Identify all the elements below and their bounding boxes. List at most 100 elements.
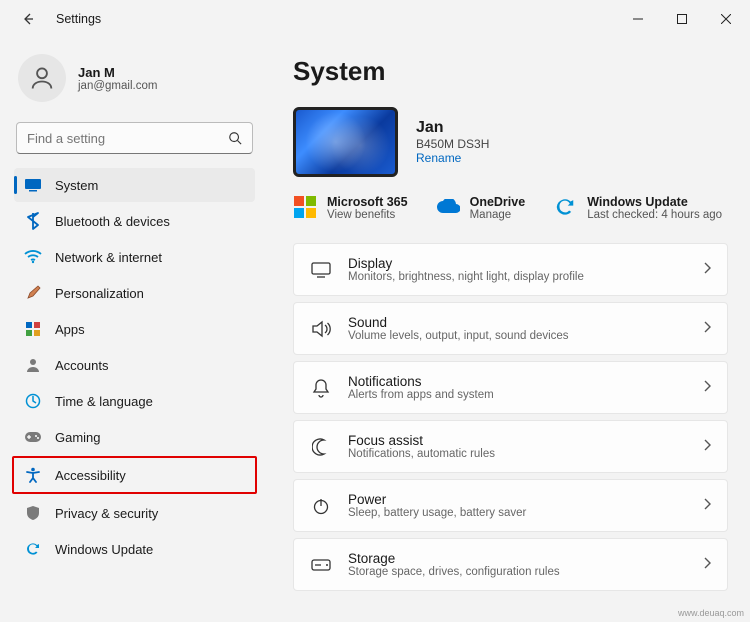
chevron-right-icon [703,557,711,572]
storage-icon [310,554,332,576]
chevron-right-icon [703,321,711,336]
quick-sub: View benefits [327,209,408,221]
sidebar-item-label: System [55,178,98,193]
update-icon [24,540,42,558]
card-sub: Alerts from apps and system [348,389,687,401]
maximize-button[interactable] [660,3,704,35]
device-name: Jan [416,119,489,137]
quick-title: OneDrive [470,195,526,209]
back-button[interactable] [14,5,42,33]
chevron-right-icon [703,262,711,277]
card-notifications[interactable]: Notifications Alerts from apps and syste… [293,361,728,414]
profile-email: jan@gmail.com [78,80,157,92]
main-panel: System Jan B450M DS3H Rename Microsoft 3… [265,38,750,622]
system-icon [24,176,42,194]
wifi-icon [24,248,42,266]
card-focus-assist[interactable]: Focus assist Notifications, automatic ru… [293,420,728,473]
maximize-icon [677,14,687,24]
bell-icon [310,377,332,399]
sidebar-item-label: Apps [55,322,85,337]
minimize-button[interactable] [616,3,660,35]
quick-title: Microsoft 365 [327,195,408,209]
settings-cards: Display Monitors, brightness, night ligh… [293,243,728,591]
chevron-right-icon [703,380,711,395]
card-sub: Monitors, brightness, night light, displ… [348,271,687,283]
sidebar-item-label: Accounts [55,358,108,373]
card-title: Notifications [348,374,687,389]
sidebar-item-label: Personalization [55,286,144,301]
sidebar-item-gaming[interactable]: Gaming [14,420,255,454]
window-title: Settings [56,12,101,26]
device-thumbnail [293,107,398,177]
quick-sub: Manage [470,209,526,221]
search-icon [228,131,242,145]
microsoft-logo-icon [293,195,317,219]
watermark: www.deuaq.com [678,608,744,618]
sidebar-item-time[interactable]: Time & language [14,384,255,418]
sound-icon [310,318,332,340]
minimize-icon [633,14,643,24]
onedrive-icon [436,195,460,219]
sidebar-item-accounts[interactable]: Accounts [14,348,255,382]
bluetooth-icon [24,212,42,230]
sidebar-item-label: Accessibility [55,468,126,483]
sidebar-item-label: Time & language [55,394,153,409]
device-row: Jan B450M DS3H Rename [293,107,728,177]
device-model: B450M DS3H [416,137,489,151]
sidebar-nav: System Bluetooth & devices Network & int… [14,168,255,566]
sidebar-item-label: Privacy & security [55,506,158,521]
search-box[interactable] [16,122,253,154]
card-power[interactable]: Power Sleep, battery usage, battery save… [293,479,728,532]
card-title: Display [348,256,687,271]
page-title: System [293,56,728,87]
card-sound[interactable]: Sound Volume levels, output, input, soun… [293,302,728,355]
quick-sub: Last checked: 4 hours ago [587,209,722,221]
card-title: Power [348,492,687,507]
profile-block[interactable]: Jan M jan@gmail.com [14,50,255,118]
card-sub: Sleep, battery usage, battery saver [348,507,687,519]
sidebar-item-system[interactable]: System [14,168,255,202]
gaming-icon [24,428,42,446]
card-title: Storage [348,551,687,566]
sidebar-item-network[interactable]: Network & internet [14,240,255,274]
quick-windows-update[interactable]: Windows Update Last checked: 4 hours ago [553,195,722,221]
power-icon [310,495,332,517]
card-title: Focus assist [348,433,687,448]
paintbrush-icon [24,284,42,302]
quick-links-row: Microsoft 365 View benefits OneDrive Man… [293,195,728,221]
sidebar-item-personalization[interactable]: Personalization [14,276,255,310]
sidebar-item-label: Windows Update [55,542,153,557]
accessibility-icon [24,466,42,484]
profile-name: Jan M [78,65,157,80]
close-button[interactable] [704,3,748,35]
sidebar: Jan M jan@gmail.com System Bluetooth & d… [0,38,265,622]
card-display[interactable]: Display Monitors, brightness, night ligh… [293,243,728,296]
card-storage[interactable]: Storage Storage space, drives, configura… [293,538,728,591]
sidebar-item-privacy[interactable]: Privacy & security [14,496,255,530]
shield-icon [24,504,42,522]
card-title: Sound [348,315,687,330]
quick-ms365[interactable]: Microsoft 365 View benefits [293,195,408,221]
arrow-left-icon [20,11,36,27]
sidebar-item-accessibility[interactable]: Accessibility [14,458,255,492]
search-input[interactable] [27,131,228,146]
sidebar-item-apps[interactable]: Apps [14,312,255,346]
sidebar-item-label: Network & internet [55,250,162,265]
avatar [18,54,66,102]
highlight-annotation: Accessibility [12,456,257,494]
update-icon [553,195,577,219]
sidebar-item-label: Bluetooth & devices [55,214,170,229]
moon-icon [310,436,332,458]
rename-link[interactable]: Rename [416,151,489,165]
sidebar-item-bluetooth[interactable]: Bluetooth & devices [14,204,255,238]
clock-globe-icon [24,392,42,410]
quick-onedrive[interactable]: OneDrive Manage [436,195,526,221]
quick-title: Windows Update [587,195,722,209]
accounts-icon [24,356,42,374]
chevron-right-icon [703,498,711,513]
close-icon [721,14,731,24]
card-sub: Notifications, automatic rules [348,448,687,460]
titlebar: Settings [0,0,750,38]
apps-icon [24,320,42,338]
sidebar-item-update[interactable]: Windows Update [14,532,255,566]
